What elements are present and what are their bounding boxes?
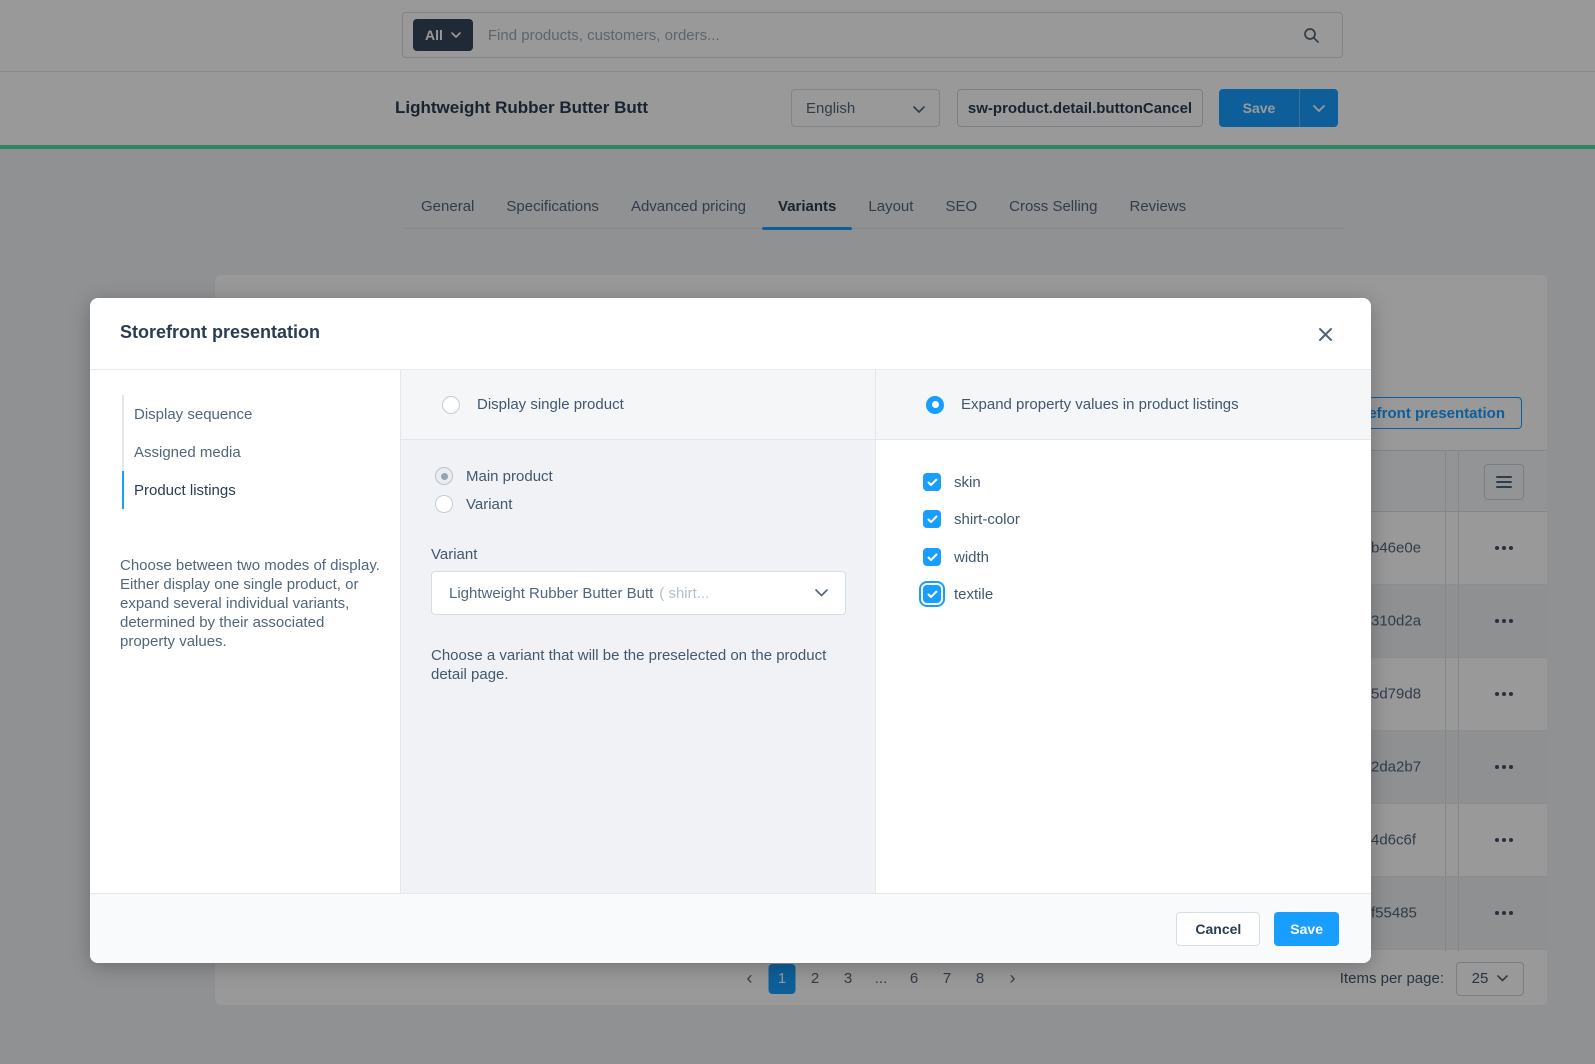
- expand-properties-header: Expand property values in product listin…: [876, 370, 1371, 440]
- main-product-radio[interactable]: [435, 467, 453, 485]
- cancel-button[interactable]: Cancel: [1176, 912, 1260, 946]
- property-label: skin: [954, 474, 981, 491]
- width-checkbox[interactable]: [923, 548, 941, 566]
- variant-radio[interactable]: [435, 495, 453, 513]
- property-option-shirt-color: shirt-color: [923, 510, 1020, 528]
- mode-description: Choose between two modes of display. Eit…: [120, 556, 382, 651]
- property-option-width: width: [923, 548, 989, 566]
- variant-select-value: Lightweight Rubber Butter Butt: [449, 585, 653, 602]
- skin-checkbox[interactable]: [923, 473, 941, 491]
- modal-nav-list: Display sequence Assigned media Product …: [122, 395, 380, 509]
- expand-properties-section: Expand property values in product listin…: [875, 370, 1371, 893]
- main-product-label: Main product: [466, 468, 553, 485]
- save-button[interactable]: Save: [1274, 912, 1339, 946]
- modal-title: Storefront presentation: [120, 322, 320, 343]
- check-icon: [927, 553, 938, 562]
- variant-field-label: Variant: [431, 546, 477, 563]
- main-product-option: Main product: [435, 467, 553, 485]
- modal-nav: Display sequence Assigned media Product …: [90, 370, 400, 893]
- variant-help-text: Choose a variant that will be the presel…: [431, 646, 831, 684]
- single-product-header: Display single product: [401, 370, 875, 440]
- property-label: textile: [954, 586, 993, 603]
- expand-properties-header-label: Expand property values in product listin…: [961, 396, 1239, 413]
- property-option-skin: skin: [923, 473, 981, 491]
- modal-header: Storefront presentation: [90, 298, 1371, 370]
- shirt-color-checkbox[interactable]: [923, 510, 941, 528]
- property-label: width: [954, 549, 989, 566]
- modal-body: Display sequence Assigned media Product …: [90, 370, 1371, 893]
- variant-radio-label: Variant: [466, 496, 512, 513]
- single-product-header-label: Display single product: [477, 396, 624, 413]
- sidebar-item-assigned-media[interactable]: Assigned media: [122, 433, 380, 471]
- expand-properties-radio[interactable]: [926, 396, 944, 414]
- check-icon: [927, 590, 938, 599]
- property-label: shirt-color: [954, 511, 1020, 528]
- variant-select[interactable]: Lightweight Rubber Butter Butt ( shirt..…: [431, 571, 846, 615]
- variant-option: Variant: [435, 495, 512, 513]
- check-icon: [927, 478, 938, 487]
- property-option-textile: textile: [923, 585, 993, 603]
- check-icon: [927, 515, 938, 524]
- storefront-presentation-modal: Storefront presentation Display sequence…: [90, 298, 1371, 963]
- single-product-radio[interactable]: [442, 396, 460, 414]
- chevron-down-icon: [815, 589, 828, 597]
- variant-select-suffix: ( shirt...: [659, 585, 709, 602]
- single-product-section: Display single product Main product Vari…: [400, 370, 875, 893]
- sidebar-item-display-sequence[interactable]: Display sequence: [122, 395, 380, 433]
- screen: All Lightweight Rubber Butter Butt Engli…: [0, 0, 1595, 1064]
- close-icon[interactable]: [1315, 324, 1335, 344]
- modal-footer: Cancel Save: [90, 893, 1371, 963]
- sidebar-item-product-listings[interactable]: Product listings: [122, 471, 380, 509]
- textile-checkbox[interactable]: [923, 585, 941, 603]
